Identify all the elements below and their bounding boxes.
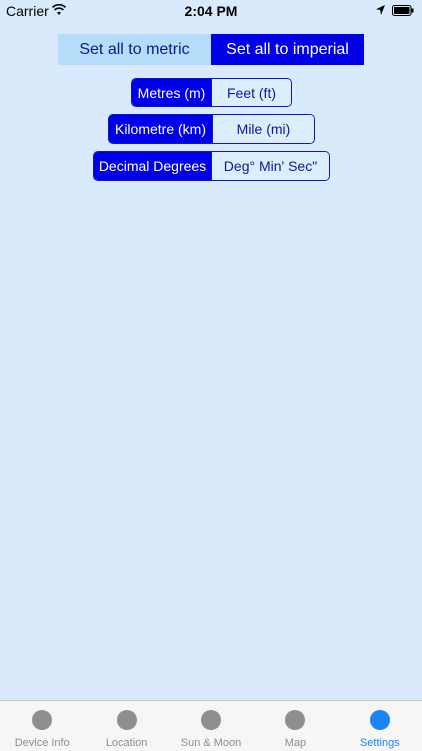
circle-icon xyxy=(285,710,306,730)
circle-icon xyxy=(369,710,390,730)
tab-label: Map xyxy=(284,737,307,749)
circle-icon xyxy=(116,710,137,730)
distance-unit-control: Kilometre (km) Mile (mi) xyxy=(108,114,315,144)
tab-device-info[interactable]: Device Info xyxy=(0,701,84,751)
tab-label: Device Info xyxy=(14,737,70,749)
set-all-metric-button[interactable]: Set all to metric xyxy=(58,34,211,65)
coordinate-format-control: Decimal Degrees Deg° Min' Sec" xyxy=(93,151,330,181)
deg-min-sec-option[interactable]: Deg° Min' Sec" xyxy=(211,152,329,180)
circle-icon xyxy=(201,710,222,730)
length-unit-control: Metres (m) Feet (ft) xyxy=(131,78,292,107)
kilometre-option[interactable]: Kilometre (km) xyxy=(109,115,212,143)
metres-option[interactable]: Metres (m) xyxy=(132,79,211,106)
battery-icon xyxy=(392,5,414,16)
tab-label: Sun & Moon xyxy=(180,737,242,749)
tab-map[interactable]: Map xyxy=(253,701,337,751)
mile-option[interactable]: Mile (mi) xyxy=(211,115,314,143)
status-bar: Carrier 2:04 PM xyxy=(0,0,422,22)
tab-location[interactable]: Location xyxy=(84,701,168,751)
set-all-units-control: Set all to metric Set all to imperial xyxy=(58,34,364,65)
tab-bar: Device Info Location Sun & Moon Map Sett… xyxy=(0,700,422,751)
decimal-degrees-option[interactable]: Decimal Degrees xyxy=(94,152,211,180)
location-arrow-icon xyxy=(376,5,385,15)
tab-sun-moon[interactable]: Sun & Moon xyxy=(169,701,253,751)
circle-icon xyxy=(32,710,53,730)
clock-time: 2:04 PM xyxy=(184,3,238,19)
tab-label: Settings xyxy=(359,737,400,749)
set-all-imperial-button[interactable]: Set all to imperial xyxy=(211,34,364,65)
tab-settings[interactable]: Settings xyxy=(338,701,422,751)
feet-option[interactable]: Feet (ft) xyxy=(211,79,291,106)
tab-label: Location xyxy=(105,737,148,749)
